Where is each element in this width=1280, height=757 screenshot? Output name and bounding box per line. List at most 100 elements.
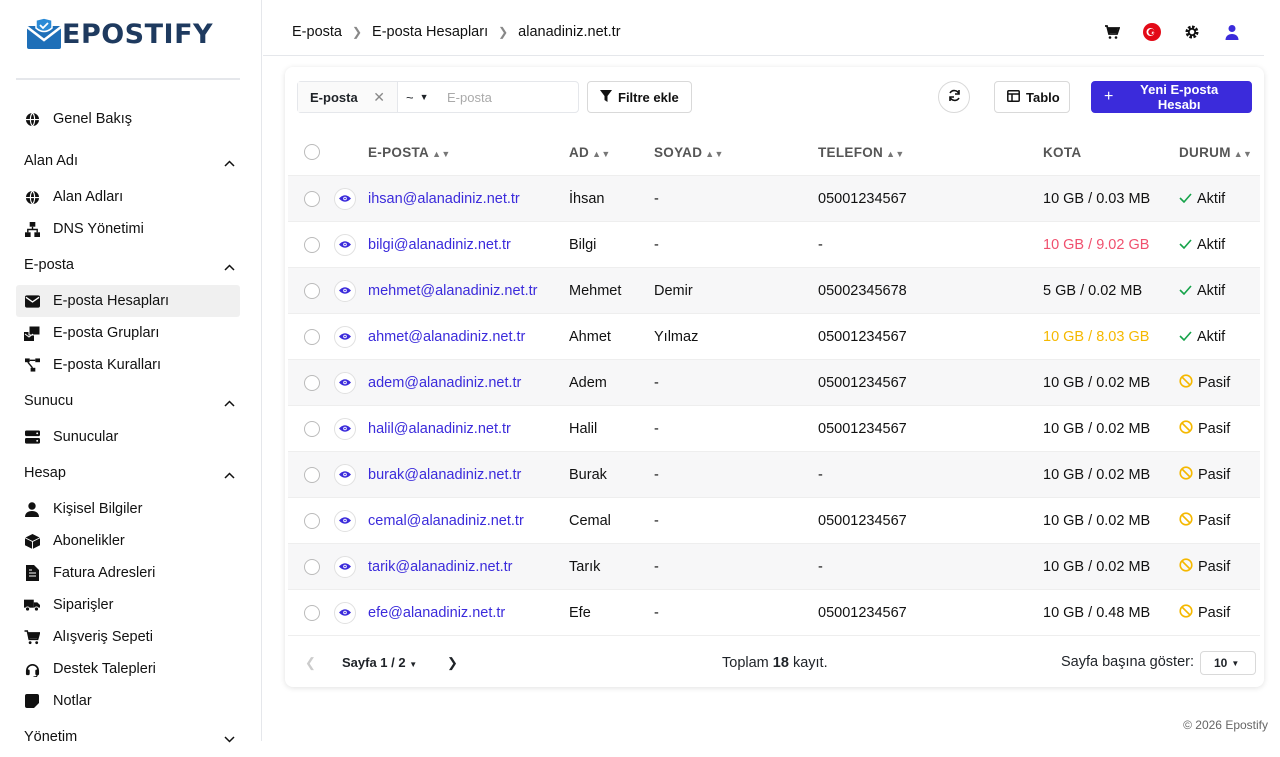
sidebar-group-sunucu[interactable]: Sunucu	[16, 381, 240, 421]
filter-field-tag[interactable]: E-posta ✕	[298, 82, 398, 112]
filter-operator-select[interactable]: ~ ▼	[398, 90, 438, 105]
chevron-right-icon[interactable]: ❯	[447, 655, 458, 671]
sidebar-item-alan-adlari[interactable]: Alan Adları	[16, 181, 240, 213]
sidebar-item-e-posta-kurallari[interactable]: E-posta Kuralları	[16, 349, 240, 381]
row-select-checkbox[interactable]	[304, 512, 320, 529]
new-account-button[interactable]: + Yeni E-posta Hesabı	[1091, 81, 1252, 113]
sidebar-item-genel-bakis[interactable]: Genel Bakış	[16, 103, 240, 135]
email-link[interactable]: ihsan@alanadiniz.net.tr	[368, 191, 569, 207]
table-row[interactable]: ahmet@alanadiniz.net.tr Ahmet Yılmaz 050…	[288, 314, 1260, 360]
eye-icon[interactable]	[334, 509, 356, 532]
table-row[interactable]: bilgi@alanadiniz.net.tr Bilgi - - 10 GB …	[288, 222, 1260, 268]
email-link[interactable]: cemal@alanadiniz.net.tr	[368, 513, 569, 529]
phone-cell: 05001234567	[818, 512, 907, 529]
row-select-checkbox[interactable]	[304, 328, 320, 345]
chevron-right-icon: ❯	[351, 25, 363, 39]
row-select-checkbox[interactable]	[304, 374, 320, 391]
table-row[interactable]: mehmet@alanadiniz.net.tr Mehmet Demir 05…	[288, 268, 1260, 314]
email-link[interactable]: mehmet@alanadiniz.net.tr	[368, 283, 569, 299]
sidebar-group-e-posta[interactable]: E-posta	[16, 245, 240, 285]
sidebar-item-sunucular[interactable]: Sunucular	[16, 421, 240, 453]
phone-cell: 05001234567	[818, 420, 907, 437]
surname-cell: -	[654, 374, 659, 391]
name-cell: Cemal	[569, 512, 611, 529]
sidebar-item-e-posta-gruplari[interactable]: E-posta Grupları	[16, 317, 240, 349]
eye-icon[interactable]	[334, 233, 356, 256]
email-link[interactable]: ahmet@alanadiniz.net.tr	[368, 329, 569, 345]
chevron-up-icon	[224, 395, 236, 407]
sidebar-item-kisisel-bilgiler[interactable]: Kişisel Bilgiler	[16, 493, 240, 525]
eye-icon[interactable]	[334, 279, 356, 302]
email-link[interactable]: bilgi@alanadiniz.net.tr	[368, 237, 569, 253]
email-link[interactable]: halil@alanadiniz.net.tr	[368, 421, 569, 437]
divider	[16, 78, 240, 80]
filter-value-input[interactable]	[438, 89, 568, 105]
eye-icon[interactable]	[334, 601, 356, 624]
row-select-checkbox[interactable]	[304, 282, 320, 299]
chevron-left-icon[interactable]: ❮	[305, 655, 316, 671]
check-icon	[1179, 237, 1192, 253]
select-all-checkbox[interactable]	[304, 144, 320, 160]
eye-icon[interactable]	[334, 325, 356, 348]
table-row[interactable]: efe@alanadiniz.net.tr Efe - 05001234567 …	[288, 590, 1260, 636]
email-link[interactable]: efe@alanadiniz.net.tr	[368, 605, 569, 621]
sidebar-item-siparisler[interactable]: Siparişler	[16, 589, 240, 621]
sidebar-item-alisveris-sepeti[interactable]: Alışveriş Sepeti	[16, 621, 240, 653]
cart-icon[interactable]	[1102, 22, 1122, 42]
sidebar-item-fatura-adresleri[interactable]: Fatura Adresleri	[16, 557, 240, 589]
row-select-checkbox[interactable]	[304, 466, 320, 483]
column-header-status[interactable]: DURUM ▲▼	[1179, 145, 1259, 160]
row-select-checkbox[interactable]	[304, 604, 320, 621]
refresh-button[interactable]	[938, 81, 970, 113]
column-header-email[interactable]: E-POSTA ▲▼	[368, 145, 569, 160]
eye-icon[interactable]	[334, 187, 356, 210]
column-header-surname[interactable]: SOYAD ▲▼	[654, 145, 818, 160]
table-row[interactable]: adem@alanadiniz.net.tr Adem - 0500123456…	[288, 360, 1260, 406]
column-header-phone[interactable]: TELEFON ▲▼	[818, 145, 1043, 160]
breadcrumb-item-accounts[interactable]: E-posta Hesapları	[372, 24, 488, 40]
add-filter-button[interactable]: Filtre ekle	[587, 81, 692, 113]
eye-icon[interactable]	[334, 371, 356, 394]
row-select-checkbox[interactable]	[304, 236, 320, 253]
sidebar-item-e-posta-hesaplari[interactable]: E-posta Hesapları	[16, 285, 240, 317]
column-header-name[interactable]: AD ▲▼	[569, 145, 654, 160]
row-select-checkbox[interactable]	[304, 420, 320, 437]
breadcrumb-item-eposta[interactable]: E-posta	[292, 24, 342, 40]
row-select-checkbox[interactable]	[304, 190, 320, 207]
email-link[interactable]: tarik@alanadiniz.net.tr	[368, 559, 569, 575]
sidebar-group-hesap[interactable]: Hesap	[16, 453, 240, 493]
row-select-checkbox[interactable]	[304, 558, 320, 575]
sidebar-item-dns-yonetimi[interactable]: DNS Yönetimi	[16, 213, 240, 245]
close-icon[interactable]: ✕	[373, 89, 385, 106]
table-view-button[interactable]: Tablo	[994, 81, 1070, 113]
user-icon[interactable]	[1222, 22, 1242, 42]
page-select[interactable]: Sayfa 1 / 2 ▼	[342, 655, 417, 670]
sidebar-group-yonetim[interactable]: Yönetim	[16, 717, 240, 757]
table-row[interactable]: ihsan@alanadiniz.net.tr İhsan - 05001234…	[288, 176, 1260, 222]
table-row[interactable]: cemal@alanadiniz.net.tr Cemal - 05001234…	[288, 498, 1260, 544]
surname-cell: -	[654, 236, 659, 253]
table-row[interactable]: burak@alanadiniz.net.tr Burak - - 10 GB …	[288, 452, 1260, 498]
sidebar-item-notlar[interactable]: Notlar	[16, 685, 240, 717]
sidebar-item-destek-talepleri[interactable]: Destek Talepleri	[16, 653, 240, 685]
logo-envelope-icon	[26, 17, 62, 50]
sidebar-item-abonelikler[interactable]: Abonelikler	[16, 525, 240, 557]
per-page-select[interactable]: 10 ▼	[1200, 651, 1256, 675]
logo[interactable]: EPOSTIFY	[26, 17, 213, 50]
note-icon	[24, 693, 40, 709]
turkey-flag-icon[interactable]	[1142, 22, 1162, 42]
table-row[interactable]: halil@alanadiniz.net.tr Halil - 05001234…	[288, 406, 1260, 452]
sidebar-item-label: Genel Bakış	[53, 111, 132, 127]
sidebar-item-label: Kişisel Bilgiler	[53, 501, 143, 517]
filter-bar: E-posta ✕ ~ ▼	[297, 81, 579, 113]
sidebar-group-alan-adi[interactable]: Alan Adı	[16, 141, 240, 181]
email-link[interactable]: adem@alanadiniz.net.tr	[368, 375, 569, 391]
email-link[interactable]: burak@alanadiniz.net.tr	[368, 467, 569, 483]
eye-icon[interactable]	[334, 555, 356, 578]
eye-icon[interactable]	[334, 417, 356, 440]
gear-icon[interactable]	[1182, 22, 1202, 42]
status-label: Aktif	[1197, 236, 1226, 253]
phone-cell: 05002345678	[818, 282, 907, 299]
eye-icon[interactable]	[334, 463, 356, 486]
table-row[interactable]: tarik@alanadiniz.net.tr Tarık - - 10 GB …	[288, 544, 1260, 590]
